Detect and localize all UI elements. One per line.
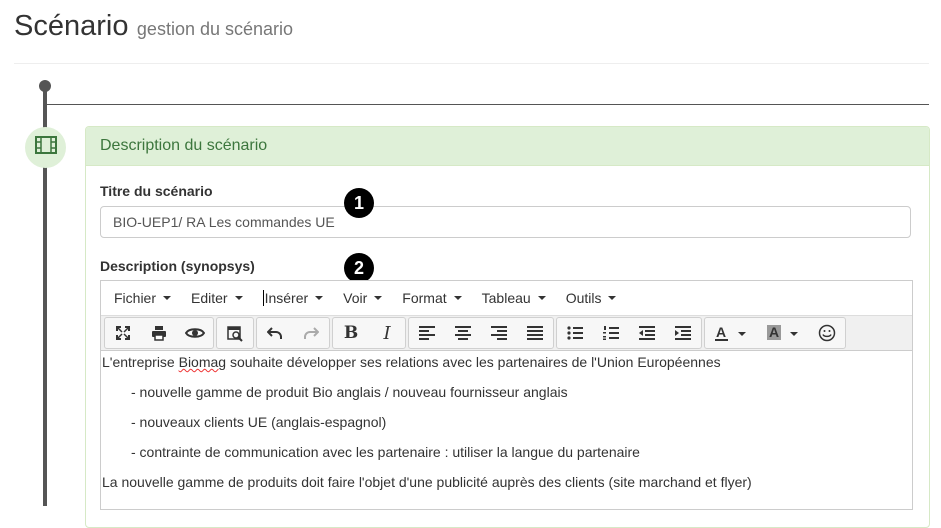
numbered-list-icon[interactable]: [593, 318, 629, 348]
header-divider: [14, 63, 929, 64]
caret-down-icon: [608, 296, 617, 300]
menu-tableau[interactable]: Tableau: [482, 290, 546, 306]
search-replace-icon[interactable]: [217, 318, 253, 348]
menu-label: Tableau: [481, 290, 531, 306]
toolbar-group-colors: A A: [704, 317, 846, 349]
toolbar-group-align: [408, 317, 554, 349]
bold-icon[interactable]: B: [333, 318, 369, 348]
title-label: Titre du scénario: [100, 183, 213, 199]
toolbar-group-lists: [556, 317, 702, 349]
svg-text:A: A: [769, 324, 779, 340]
align-justify-icon[interactable]: [517, 318, 553, 348]
callout-marker-2: 2: [344, 253, 374, 283]
caret-down-icon: [453, 296, 462, 300]
page-subtitle: gestion du scénario: [136, 19, 294, 39]
timeline-divider: [47, 104, 929, 105]
undo-icon[interactable]: [257, 318, 293, 348]
title-input[interactable]: BIO-UEP1/ RA Les commandes UE: [100, 206, 911, 238]
caret-down-icon: [234, 296, 243, 300]
menu-label: Format: [402, 290, 447, 306]
caret-down-icon: [537, 296, 546, 300]
align-right-icon[interactable]: [481, 318, 517, 348]
rich-text-editor: Fichier Editer Insérer Voir Format Table…: [100, 280, 913, 510]
text-segment: L'entreprise: [102, 354, 179, 370]
timeline-dot: [39, 80, 51, 92]
menu-label: Voir: [343, 290, 368, 306]
svg-text:A: A: [716, 324, 726, 340]
italic-icon[interactable]: I: [369, 318, 405, 348]
text-segment: souhaite développer ses relations avec l…: [226, 354, 721, 370]
preview-icon[interactable]: [177, 318, 213, 348]
paragraph: - contrainte de communication avec les p…: [131, 444, 640, 460]
emoticons-icon[interactable]: [809, 318, 845, 348]
text-cursor: [262, 290, 264, 306]
page-title: Scénario: [14, 10, 129, 42]
align-center-icon[interactable]: [445, 318, 481, 348]
editor-menubar: Fichier Editer Insérer Voir Format Table…: [101, 281, 912, 315]
toolbar-group-history: [256, 317, 330, 349]
fullscreen-icon[interactable]: [105, 318, 141, 348]
menu-label: Insérer: [264, 290, 309, 306]
bullet-list-icon[interactable]: [557, 318, 593, 348]
caret-down-icon: [315, 296, 324, 300]
panel-heading: Description du scénario: [86, 127, 929, 166]
film-icon: [34, 136, 57, 159]
caret-down-icon: [374, 296, 383, 300]
redo-icon[interactable]: [293, 318, 329, 348]
callout-marker-1: 1: [344, 188, 374, 218]
caret-down-icon: [163, 296, 172, 300]
paragraph: L'entreprise Biomag souhaite développer …: [101, 351, 912, 381]
align-left-icon[interactable]: [409, 318, 445, 348]
menu-label: Fichier: [114, 290, 157, 306]
text-color-icon[interactable]: A: [705, 318, 757, 348]
toolbar-group-search: [216, 317, 254, 349]
menu-editer[interactable]: Editer: [191, 290, 243, 306]
toolbar-group-format: B I: [332, 317, 406, 349]
timeline-badge: [25, 127, 66, 168]
description-label: Description (synopsys): [100, 258, 255, 274]
menu-inserer[interactable]: Insérer: [262, 290, 324, 306]
indent-icon[interactable]: [665, 318, 701, 348]
menu-label: Outils: [565, 290, 602, 306]
menu-voir[interactable]: Voir: [343, 290, 383, 306]
menu-label: Editer: [191, 290, 228, 306]
paragraph: - nouvelle gamme de produit Bio anglais …: [131, 384, 568, 400]
background-color-icon[interactable]: A: [757, 318, 809, 348]
toolbar-group-view: [104, 317, 214, 349]
print-icon[interactable]: [141, 318, 177, 348]
editor-toolbar: B I A A: [101, 315, 912, 351]
paragraph: La nouvelle gamme de produits doit faire…: [102, 474, 752, 490]
menu-fichier[interactable]: Fichier: [114, 290, 172, 306]
paragraph: - nouveaux clients UE (anglais-espagnol): [131, 414, 387, 430]
menu-outils[interactable]: Outils: [566, 290, 617, 306]
page-header: Scénario gestion du scénario: [14, 10, 293, 43]
menu-format[interactable]: Format: [402, 290, 462, 306]
misspelled-word: Biomag: [178, 354, 227, 370]
outdent-icon[interactable]: [629, 318, 665, 348]
editor-content[interactable]: L'entreprise Biomag souhaite développer …: [101, 351, 912, 501]
